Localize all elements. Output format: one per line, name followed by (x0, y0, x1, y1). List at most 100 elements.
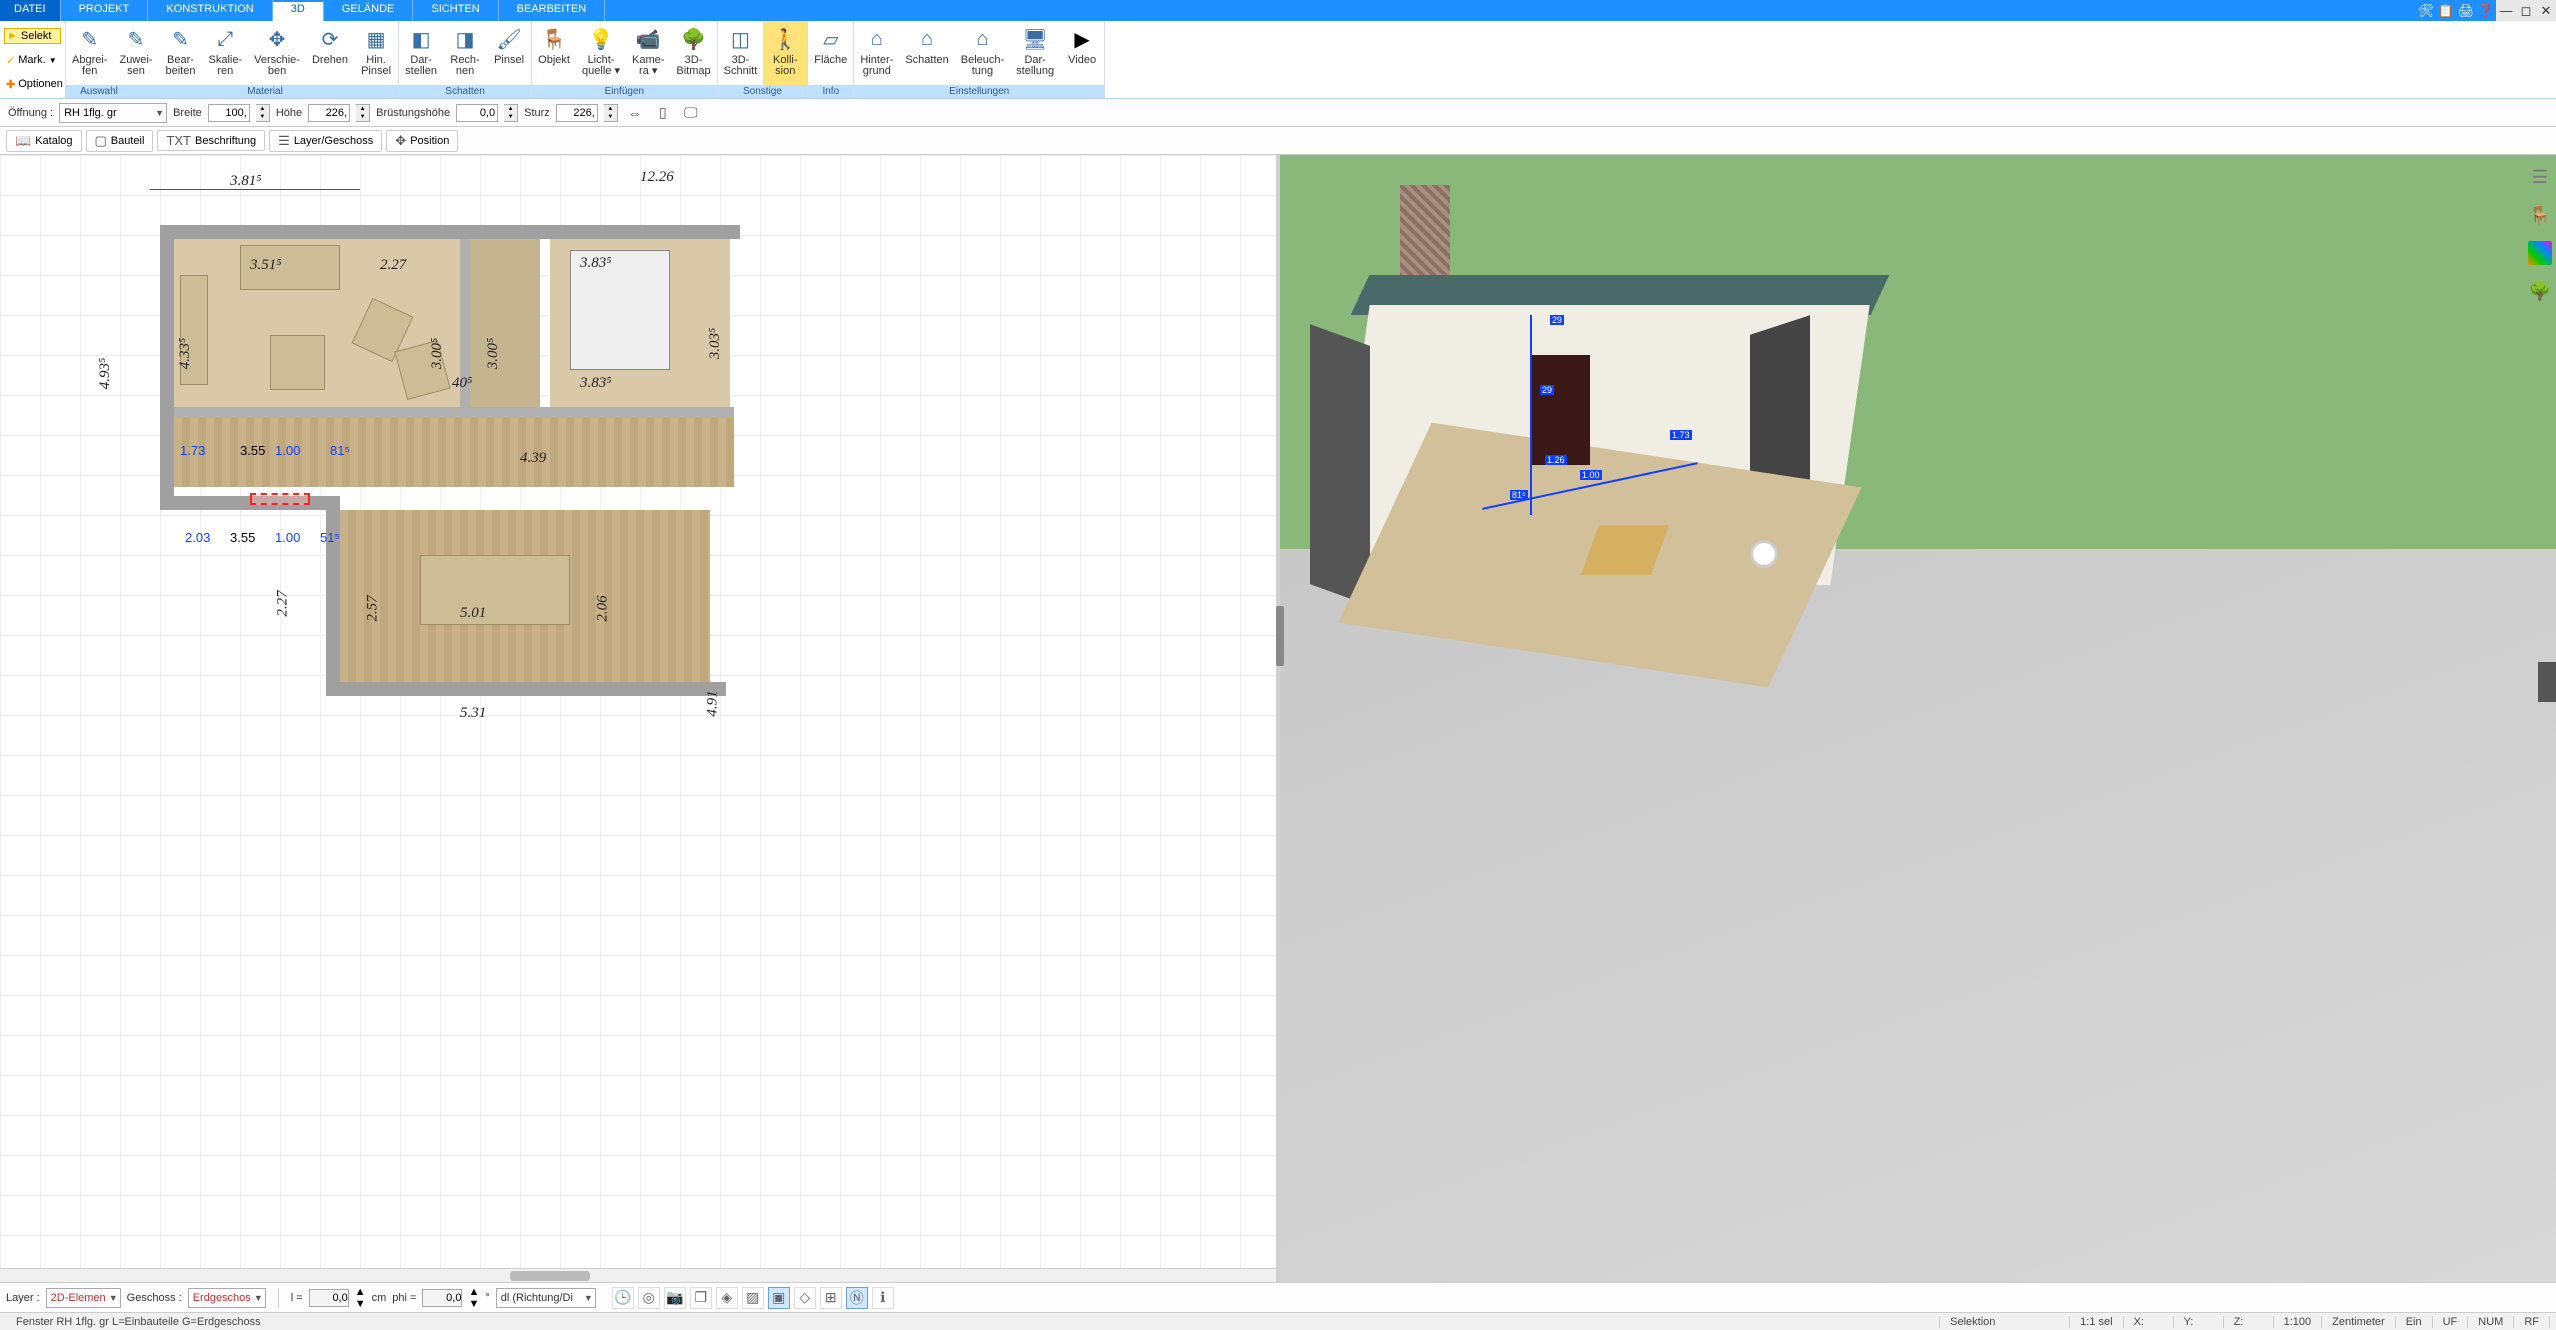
tab-sichten[interactable]: SICHTEN (413, 0, 498, 21)
layers-status-icon[interactable]: ◈ (716, 1287, 738, 1309)
einst-darstellung[interactable]: 🖥Dar-stellung (1010, 21, 1060, 85)
layer-geschoss-button[interactable]: ☰Layer/Geschoss (269, 130, 382, 152)
help-icon[interactable]: ❓ (2476, 0, 2496, 21)
box-icon[interactable]: ▣ (768, 1287, 790, 1309)
info-icon[interactable]: ℹ (872, 1287, 894, 1309)
selected-door-3d[interactable] (1530, 355, 1590, 465)
wireframe-icon[interactable]: ◇ (794, 1287, 816, 1309)
tab-bearbeiten[interactable]: BEARBEITEN (499, 0, 606, 21)
stack-icon[interactable]: ❐ (690, 1287, 712, 1309)
l-input[interactable] (309, 1289, 349, 1307)
gizmo-label: 1.73 (1670, 430, 1692, 440)
einst-hintergrund[interactable]: ⌂Hinter-grund (854, 21, 899, 85)
house-shadow-icon: ⌂ (913, 25, 941, 53)
tab-datei[interactable]: DATEI (0, 0, 61, 21)
einfuegen-kamera[interactable]: 📹Kame-ra ▾ (626, 21, 670, 85)
walk-icon: 🚶 (771, 25, 799, 53)
dim-text: 3.83⁵ (580, 255, 611, 272)
mark-button[interactable]: ✓Mark.▼ (4, 53, 61, 68)
schatten-darstellen[interactable]: ◧Dar-stellen (399, 21, 443, 85)
north-icon[interactable]: Ⓝ (846, 1287, 868, 1309)
view-2d[interactable]: 3.81⁵ 12.26 (0, 155, 1280, 1282)
tools-icon[interactable]: 🛠 (2416, 0, 2436, 21)
katalog-button[interactable]: 📖Katalog (6, 130, 82, 152)
geschoss-combo[interactable]: Erdgeschos▼ (188, 1288, 266, 1308)
layers-tool-icon[interactable]: ☰ (2528, 165, 2552, 189)
info-flaeche[interactable]: ▱Fläche (808, 21, 853, 85)
screen-icon[interactable]: 🖵 (680, 103, 702, 123)
einst-beleuchtung[interactable]: ⌂Beleuch-tung (955, 21, 1010, 85)
einfuegen-objekt[interactable]: 🪑Objekt (532, 21, 576, 85)
material-zuweisen[interactable]: ✎Zuwei-sen (113, 21, 158, 85)
schatten-rechnen[interactable]: ◨Rech-nen (443, 21, 487, 85)
circle-icon[interactable]: ◎ (638, 1287, 660, 1309)
material-bearbeiten[interactable]: ✎Bear-beiten (158, 21, 202, 85)
side-panel-pull[interactable] (2538, 662, 2556, 702)
play-icon: ▶ (1068, 25, 1096, 53)
dl-combo[interactable]: dl (Richtung/Di▼ (496, 1288, 596, 1308)
sturz-spinner[interactable]: ▲▼ (604, 104, 618, 122)
tree-tool-icon[interactable]: 🌳 (2528, 279, 2552, 303)
hoehe-input[interactable] (308, 104, 350, 122)
sturz-input[interactable] (556, 104, 598, 122)
beschriftung-button[interactable]: TXTBeschriftung (157, 130, 265, 151)
einfuegen-3dbitmap[interactable]: 🌳3D-Bitmap (670, 21, 716, 85)
selected-door[interactable] (250, 493, 310, 505)
bruestung-spinner[interactable]: ▲▼ (504, 104, 518, 122)
tab-3d[interactable]: 3D (273, 0, 324, 21)
material-hin-pinsel[interactable]: ▦Hin.Pinsel (354, 21, 398, 85)
hoehe-spinner[interactable]: ▲▼ (356, 104, 370, 122)
mirror-icon[interactable]: ▯ (652, 103, 674, 123)
menu-spacer (605, 0, 2416, 21)
bruestung-input[interactable] (456, 104, 498, 122)
phi-spinner[interactable]: ▲▼ (468, 1286, 479, 1310)
options-button[interactable]: ✚Optionen (4, 77, 61, 92)
oeffnung-combo[interactable]: RH 1flg. gr▼ (59, 103, 167, 123)
schatten-pinsel[interactable]: 🖌Pinsel (487, 21, 531, 85)
clock-icon[interactable]: 🕒 (612, 1287, 634, 1309)
einst-schatten[interactable]: ⌂Schatten (899, 21, 954, 85)
position-icon: ✥ (395, 133, 406, 149)
hatch-icon[interactable]: ▨ (742, 1287, 764, 1309)
dim-text: 4.93⁵ (97, 358, 114, 389)
einst-video[interactable]: ▶Video (1060, 21, 1104, 85)
view-splitter[interactable] (1276, 606, 1284, 666)
gizmo-axis[interactable] (1530, 315, 1532, 515)
grid-snap-icon[interactable]: ⊞ (820, 1287, 842, 1309)
material-abgreifen[interactable]: ✎Abgrei-fen (66, 21, 113, 85)
select-button[interactable]: ►Selekt (4, 28, 61, 44)
breite-label: Breite (173, 107, 202, 119)
bauteil-button[interactable]: ▢Bauteil (86, 130, 154, 152)
view-3d[interactable]: 29 29 1.26 1.00 81⁵ 1.73 ☰ 🪑 . 🌳 (1280, 155, 2556, 1282)
minimize-icon[interactable]: — (2496, 0, 2516, 21)
sonstige-kollision[interactable]: 🚶Kolli-sion (763, 21, 807, 85)
dim-text: 3.81⁵ (230, 173, 261, 190)
position-button[interactable]: ✥Position (386, 130, 458, 152)
l-spinner[interactable]: ▲▼ (355, 1286, 366, 1310)
tab-konstruktion[interactable]: KONSTRUKTION (148, 0, 272, 21)
furniture-tool-icon[interactable]: 🪑 (2528, 203, 2552, 227)
scrollbar-horizontal[interactable] (0, 1268, 1276, 1282)
phi-input[interactable] (422, 1289, 462, 1307)
wall (326, 682, 726, 696)
close-icon[interactable]: ✕ (2536, 0, 2556, 21)
material-skalieren[interactable]: ⤢Skalie-ren (202, 21, 248, 85)
flip-horizontal-icon[interactable]: ⇔ (624, 103, 646, 123)
layer-combo[interactable]: 2D-Elemen▼ (46, 1288, 121, 1308)
material-drehen[interactable]: ⟳Drehen (306, 21, 354, 85)
sonstige-3dschnitt[interactable]: ◫3D-Schnitt (718, 21, 764, 85)
breite-spinner[interactable]: ▲▼ (256, 104, 270, 122)
einfuegen-lichtquelle[interactable]: 💡Licht-quelle ▾ (576, 21, 626, 85)
printer-icon[interactable]: 🖨 (2456, 0, 2476, 21)
scrollbar-thumb[interactable] (510, 1271, 590, 1281)
camera-status-icon[interactable]: 📷 (664, 1287, 686, 1309)
material-verschieben[interactable]: ✥Verschie-ben (248, 21, 306, 85)
status-bar-controls: Layer : 2D-Elemen▼ Geschoss : Erdgeschos… (0, 1282, 2556, 1312)
select-label: Selekt (21, 30, 52, 42)
palette-tool-icon[interactable]: . (2528, 241, 2552, 265)
breite-input[interactable] (208, 104, 250, 122)
tab-gelaende[interactable]: GELÄNDE (324, 0, 414, 21)
tab-projekt[interactable]: PROJEKT (61, 0, 149, 21)
maximize-icon[interactable]: ◻ (2516, 0, 2536, 21)
clipboard-icon[interactable]: 📋 (2436, 0, 2456, 21)
